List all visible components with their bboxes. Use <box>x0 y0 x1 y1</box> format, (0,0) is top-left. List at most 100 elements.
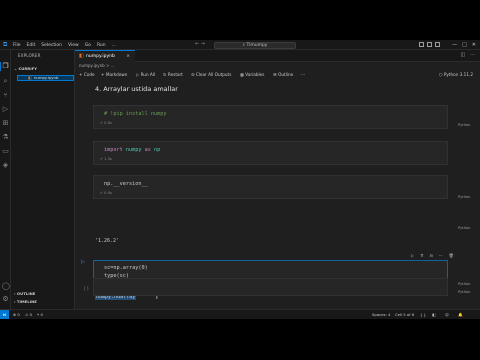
timeline-section[interactable]: › TIMELINE <box>14 299 37 304</box>
source-control-icon[interactable]: ⑂ <box>2 92 9 99</box>
exec-time: 0.0s <box>104 121 112 125</box>
close-tab-icon[interactable]: × <box>126 51 130 62</box>
editor-tab-bar: ◧ numpy.ipynb × ◫ ··· <box>75 50 480 62</box>
notebook-file-icon: ◧ <box>28 75 32 80</box>
variables-label: Variables <box>245 72 265 77</box>
run-all-label: Run All <box>140 72 156 77</box>
docker-icon[interactable]: ◈ <box>2 162 9 169</box>
restart-label: Restart <box>167 72 183 77</box>
cell-language[interactable]: Python <box>458 282 470 286</box>
warnings-count[interactable]: ⚠ 0 <box>25 310 32 319</box>
keyword-as: as <box>141 147 154 153</box>
cell-bracket-icon: [ ] <box>84 286 89 291</box>
errors-count[interactable]: ⊗ 0 <box>13 310 20 319</box>
indentation-status[interactable]: Spaces: 4 <box>372 310 390 319</box>
variables-button[interactable]: ▦ Variables <box>240 70 264 80</box>
notifications-icon[interactable]: 🔔 <box>458 310 463 319</box>
split-cell-icon[interactable]: ⊟ <box>429 254 432 258</box>
code-cell[interactable]: np.__version__ ✓ 0.0s <box>93 175 448 199</box>
delete-cell-icon[interactable]: 🗑 <box>449 254 454 258</box>
layout-status-icon[interactable]: { } <box>420 310 426 319</box>
add-code-cell-button[interactable]: + Code <box>79 70 95 80</box>
activity-bar: ❐ ⌕ ⑂ ▷ ⊞ ⚗ ▭ ◈ ◯ ⚙ <box>0 50 11 309</box>
file-item-numpy[interactable]: ◧ numpy.ipynb <box>17 75 74 81</box>
ports-count[interactable]: ⑂ 0 <box>37 310 43 319</box>
cell-position-status[interactable]: Cell 5 of 6 <box>395 310 414 319</box>
markdown-heading[interactable]: 4. Arraylar ustida amallar <box>95 85 178 93</box>
copilot-icon[interactable]: ☺ <box>445 310 449 319</box>
menu-run[interactable]: Run <box>97 43 106 48</box>
cell-output: '1.26.2' <box>95 238 120 244</box>
explorer-icon[interactable]: ❐ <box>2 63 9 70</box>
explorer-sidebar: EXPLORER ⌄ CURRIFY ◧ numpy.ipynb › OUTLI… <box>11 50 75 309</box>
clear-outputs-button[interactable]: ⊘ Clear All Outputs <box>191 70 231 80</box>
active-indicator <box>0 62 1 71</box>
manage-gear-icon[interactable]: ⚙ <box>2 296 9 303</box>
notebook-editor: 4. Arraylar ustida amallar # !pip instal… <box>75 81 480 309</box>
close-window-button[interactable]: ✕ <box>472 42 476 48</box>
menu-edit[interactable]: Edit <box>27 43 36 48</box>
notebook-toolbar: + Code + Markdown ▷ Run All ↻ Restart ⊘ … <box>75 70 480 80</box>
cell-language[interactable]: Python <box>458 195 470 199</box>
window-controls: — □ ✕ <box>452 42 476 48</box>
menu-more[interactable]: ... <box>112 43 116 48</box>
outline-section[interactable]: › OUTLINE <box>14 291 35 296</box>
run-by-line-icon[interactable]: ▷ <box>411 254 414 258</box>
nav-arrows-icon[interactable]: ← → <box>195 42 205 47</box>
run-all-button[interactable]: ▷ Run All <box>136 70 155 80</box>
execute-above-icon[interactable]: ⇈ <box>420 254 423 258</box>
toggle-secondary-sidebar-icon[interactable] <box>435 42 440 47</box>
menu-bar: File Edit Selection View Go Run ... <box>13 43 116 48</box>
maximize-button[interactable]: □ <box>462 42 467 48</box>
module-alias: np <box>154 147 161 153</box>
code-cell-empty[interactable]: [ ] <box>84 278 448 296</box>
command-center-search[interactable]: ⌕ Timumpy <box>214 41 296 49</box>
more-cell-actions-icon[interactable]: ··· <box>439 254 443 258</box>
remote-indicator-icon[interactable]: ⋈ <box>0 310 9 319</box>
tab-numpy-ipynb[interactable]: ◧ numpy.ipynb × <box>75 50 135 62</box>
cell-language[interactable]: Python <box>458 226 470 230</box>
title-bar: ⧉ File Edit Selection View Go Run ... ← … <box>0 40 480 50</box>
menu-selection[interactable]: Selection <box>41 43 62 48</box>
more-actions-icon[interactable]: ··· <box>470 53 475 58</box>
breadcrumb[interactable]: numpy.ipynb > ... <box>79 62 114 69</box>
notebook-status-icon[interactable]: ◧ <box>432 310 436 319</box>
vscode-window: ⧉ File Edit Selection View Go Run ... ← … <box>0 40 480 319</box>
add-markdown-cell-button[interactable]: + Markdown <box>101 70 127 80</box>
menu-view[interactable]: View <box>68 43 79 48</box>
cell-code[interactable]: import numpy as np <box>104 146 160 154</box>
code-cell[interactable]: import numpy as np ✓ 1.3s <box>93 141 448 165</box>
accounts-icon[interactable]: ◯ <box>2 283 10 290</box>
remote-explorer-icon[interactable]: ▭ <box>2 148 9 155</box>
command-center-text: Timumpy <box>246 42 268 48</box>
sidebar-title: EXPLORER <box>18 53 41 58</box>
menu-go[interactable]: Go <box>85 43 91 48</box>
folder-name: CURRIFY <box>18 66 37 71</box>
folder-section[interactable]: ⌄ CURRIFY <box>14 66 37 71</box>
file-name: numpy.ipynb <box>34 75 59 80</box>
cell-language[interactable]: Python <box>458 290 470 294</box>
code-cell[interactable]: # !pip install numpy ✓ 0.0s <box>93 105 448 129</box>
toggle-panel-icon[interactable] <box>427 42 432 47</box>
more-toolbar-button[interactable]: ··· <box>301 70 305 80</box>
keyword-import: import <box>104 147 126 153</box>
minimize-button[interactable]: — <box>452 42 457 48</box>
testing-icon[interactable]: ⚗ <box>2 134 9 141</box>
run-debug-icon[interactable]: ▷ <box>2 106 9 113</box>
toggle-sidebar-icon[interactable] <box>419 42 424 47</box>
clear-outputs-label: Clear All Outputs <box>195 72 232 77</box>
menu-file[interactable]: File <box>13 43 21 48</box>
cell-code[interactable]: # !pip install numpy <box>104 110 166 118</box>
search-view-icon[interactable]: ⌕ <box>2 78 9 85</box>
cell-status: ✓ 0.0s <box>100 191 112 195</box>
run-cell-icon[interactable]: ▷ <box>81 259 85 265</box>
kernel-label: Python 3.11.2 <box>443 72 473 77</box>
restart-button[interactable]: ↻ Restart <box>163 70 183 80</box>
cell-language[interactable]: Python <box>458 123 470 127</box>
cell-code[interactable]: np.__version__ <box>104 180 148 188</box>
kernel-picker[interactable]: ⬡ Python 3.11.2 <box>439 70 473 80</box>
outline-button[interactable]: ☰ Outline <box>273 70 293 80</box>
split-editor-icon[interactable]: ◫ <box>460 53 465 58</box>
exec-time: 1.3s <box>104 157 112 161</box>
extensions-icon[interactable]: ⊞ <box>2 120 9 127</box>
